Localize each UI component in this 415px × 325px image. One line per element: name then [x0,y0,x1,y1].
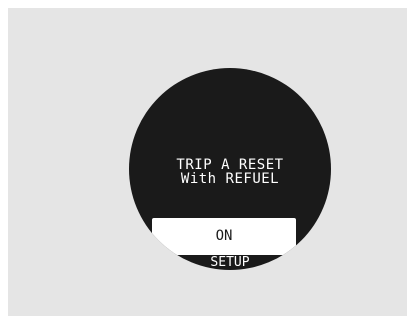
display-message: TRIP A RESET With REFUEL [129,158,331,186]
message-line-1: TRIP A RESET [176,157,284,173]
message-line-2: With REFUEL [180,171,280,187]
screenshot-frame: TRIP A RESET With REFUEL ON SETUP [8,8,407,316]
setup-menu-label: SETUP [210,255,250,270]
round-display: TRIP A RESET With REFUEL ON SETUP [129,68,331,270]
selected-option-label: ON [215,228,233,244]
selected-option-box[interactable]: ON [152,218,296,255]
